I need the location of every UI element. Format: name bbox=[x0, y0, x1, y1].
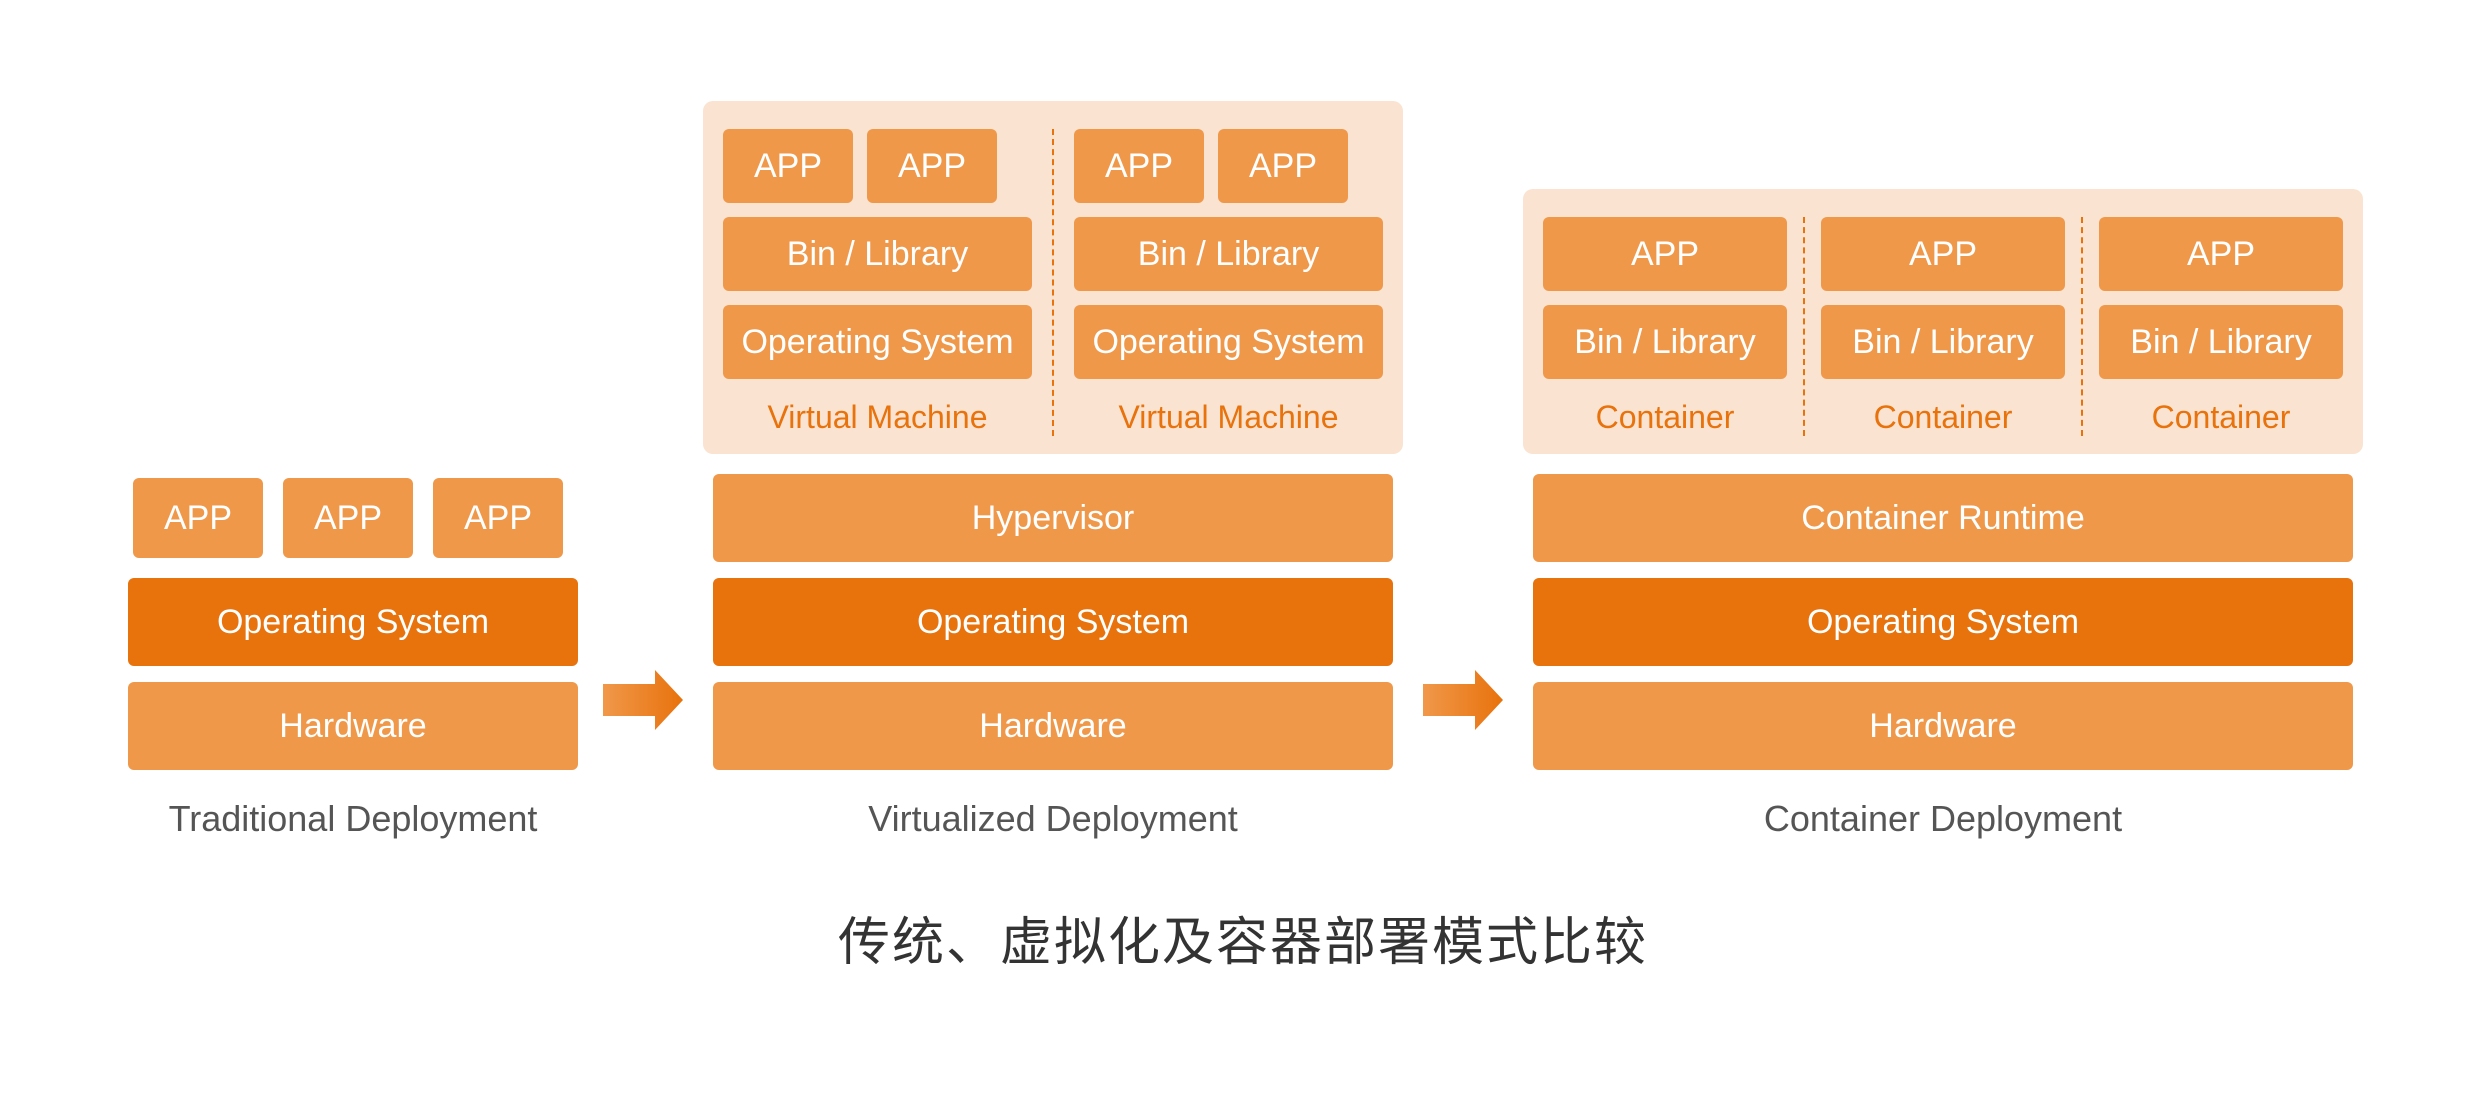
trad-hw: Hardware bbox=[128, 682, 578, 770]
cont3-bin: Bin / Library bbox=[2099, 305, 2343, 379]
cont-os: Operating System bbox=[1533, 578, 2353, 666]
arrow-2 bbox=[1423, 670, 1503, 840]
trad-app-1: APP bbox=[133, 478, 263, 558]
vm1-bin: Bin / Library bbox=[723, 217, 1032, 291]
virt-hypervisor: Hypervisor bbox=[713, 474, 1393, 562]
cont-block-1: APP Bin / Library Container bbox=[1543, 217, 1787, 436]
trad-app-3: APP bbox=[433, 478, 563, 558]
container-col: APP Bin / Library Container APP Bin / Li… bbox=[1523, 189, 2363, 840]
cont-container-area: APP Bin / Library Container APP Bin / Li… bbox=[1523, 189, 2363, 454]
trad-os: Operating System bbox=[128, 578, 578, 666]
cont1-label: Container bbox=[1543, 399, 1787, 436]
vm2-app-1: APP bbox=[1074, 129, 1204, 203]
cont-block-3: APP Bin / Library Container bbox=[2081, 217, 2343, 436]
virt-os: Operating System bbox=[713, 578, 1393, 666]
vm2-os: Operating System bbox=[1074, 305, 1383, 379]
trad-label: Traditional Deployment bbox=[169, 798, 538, 840]
virt-vm-area: APP APP Bin / Library Operating System V… bbox=[703, 101, 1403, 454]
vm-block-2: APP APP Bin / Library Operating System V… bbox=[1052, 129, 1383, 436]
virt-label: Virtualized Deployment bbox=[868, 798, 1238, 840]
diagram-wrapper: APP APP APP Operating System Hardware Tr… bbox=[0, 41, 2486, 1055]
trad-app-2: APP bbox=[283, 478, 413, 558]
vm2-bin: Bin / Library bbox=[1074, 217, 1383, 291]
cont2-bin: Bin / Library bbox=[1821, 305, 2065, 379]
virt-hw: Hardware bbox=[713, 682, 1393, 770]
vm1-apps-row: APP APP bbox=[723, 129, 1032, 203]
cont-block-2: APP Bin / Library Container bbox=[1803, 217, 2065, 436]
vm1-label: Virtual Machine bbox=[723, 399, 1032, 436]
cont3-label: Container bbox=[2099, 399, 2343, 436]
cont-hw: Hardware bbox=[1533, 682, 2353, 770]
vm2-apps-row: APP APP bbox=[1074, 129, 1383, 203]
footer-text: 传统、虚拟化及容器部署模式比较 bbox=[838, 900, 1648, 975]
diagram-main: APP APP APP Operating System Hardware Tr… bbox=[80, 101, 2406, 840]
vm2-app-2: APP bbox=[1218, 129, 1348, 203]
arrow-icon-2 bbox=[1423, 670, 1503, 730]
arrow-icon-1 bbox=[603, 670, 683, 730]
virtualized-col: APP APP Bin / Library Operating System V… bbox=[703, 101, 1403, 840]
traditional-col: APP APP APP Operating System Hardware Tr… bbox=[123, 478, 583, 840]
cont3-app: APP bbox=[2099, 217, 2343, 291]
cont2-label: Container bbox=[1821, 399, 2065, 436]
cont-label-col: Container Deployment bbox=[1764, 798, 2122, 840]
cont1-app: APP bbox=[1543, 217, 1787, 291]
trad-apps-row: APP APP APP bbox=[123, 478, 563, 558]
cont2-app: APP bbox=[1821, 217, 2065, 291]
vm1-app-1: APP bbox=[723, 129, 853, 203]
vm1-os: Operating System bbox=[723, 305, 1032, 379]
cont1-bin: Bin / Library bbox=[1543, 305, 1787, 379]
cont-runtime: Container Runtime bbox=[1533, 474, 2353, 562]
vm2-label: Virtual Machine bbox=[1074, 399, 1383, 436]
arrow-1 bbox=[603, 670, 683, 840]
vm1-app-2: APP bbox=[867, 129, 997, 203]
vm-block-1: APP APP Bin / Library Operating System V… bbox=[723, 129, 1032, 436]
